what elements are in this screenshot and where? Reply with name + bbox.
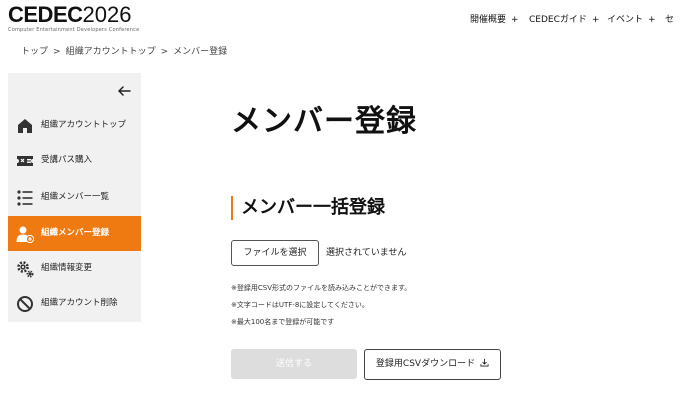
submit-button[interactable]: 送信する xyxy=(231,349,357,379)
section-title: メンバー一括登録 xyxy=(231,196,385,220)
breadcrumb-separator: > xyxy=(160,47,169,57)
download-icon xyxy=(480,358,489,367)
sidebar-item-member-register[interactable]: 組織メンバー登録 xyxy=(8,216,141,251)
list-icon xyxy=(17,190,33,206)
csv-download-button[interactable]: 登録用CSVダウンロード xyxy=(364,349,501,380)
sidebar-item-label: 組織メンバー一覧 xyxy=(41,192,110,202)
file-status-text: 選択されていません xyxy=(326,248,407,258)
sidebar-back-button[interactable] xyxy=(8,79,141,105)
note-csv-format: ※登録用CSV形式のファイルを読み込みことができます。 xyxy=(231,284,412,292)
breadcrumb-top[interactable]: トップ xyxy=(21,47,48,57)
sidebar-item-label: 組織情報変更 xyxy=(41,263,93,273)
arrow-left-icon xyxy=(118,86,131,96)
plus-icon: + xyxy=(591,15,600,25)
ticket-icon xyxy=(17,156,33,166)
sidebar-item-label: 組織アカウント削除 xyxy=(41,298,118,308)
breadcrumb: トップ > 組織アカウントトップ > メンバー登録 xyxy=(21,46,227,58)
nav-item-guide[interactable]: CEDECガイド + xyxy=(529,13,599,27)
sidebar-item-org-settings[interactable]: 組織情報変更 xyxy=(8,251,141,286)
breadcrumb-current: メンバー登録 xyxy=(173,47,228,57)
sidebar-item-pass-purchase[interactable]: 受講パス購入 xyxy=(8,143,141,178)
logo-wordmark: CEDEC2026 xyxy=(8,2,132,27)
home-icon xyxy=(18,119,32,133)
csv-download-label: 登録用CSVダウンロード xyxy=(375,359,476,369)
nav-item-truncated[interactable]: セ xyxy=(665,13,674,27)
sidebar-item-label: 組織アカウントトップ xyxy=(41,120,127,130)
breadcrumb-separator: > xyxy=(53,47,61,57)
nav-item-events[interactable]: イベント + xyxy=(607,13,656,27)
breadcrumb-org-top[interactable]: 組織アカウントトップ xyxy=(66,47,156,57)
gears-icon xyxy=(17,261,34,278)
nav-item-overview[interactable]: 開催概要 + xyxy=(470,13,519,27)
plus-icon: + xyxy=(648,15,656,25)
sidebar-item-label: 組織メンバー登録 xyxy=(41,228,110,238)
user-add-icon xyxy=(16,226,34,243)
sidebar-item-org-delete[interactable]: 組織アカウント削除 xyxy=(8,286,141,321)
note-encoding: ※文字コードはUTF-8に設定してください。 xyxy=(231,301,369,309)
site-header: CEDEC2026 Computer Entertainment Develop… xyxy=(0,0,680,40)
logo-tagline: Computer Entertainment Developers Confer… xyxy=(8,27,140,33)
sidebar-item-label: 受講パス購入 xyxy=(41,155,93,165)
note-max-members: ※最大100名まで登録が可能です xyxy=(231,318,335,326)
sidebar-item-member-list[interactable]: 組織メンバー一覧 xyxy=(8,180,141,215)
site-logo[interactable]: CEDEC2026 Computer Entertainment Develop… xyxy=(8,2,140,34)
plus-icon: + xyxy=(511,15,519,25)
sidebar-item-org-top[interactable]: 組織アカウントトップ xyxy=(8,108,141,143)
choose-file-button[interactable]: ファイルを選択 xyxy=(231,240,319,266)
sidebar: 組織アカウントトップ 受講パス購入 組織メンバー一覧 組織メンバー登録 組織情報… xyxy=(8,73,141,322)
page-title: メンバー登録 xyxy=(231,104,417,139)
prohibited-icon xyxy=(17,296,33,312)
